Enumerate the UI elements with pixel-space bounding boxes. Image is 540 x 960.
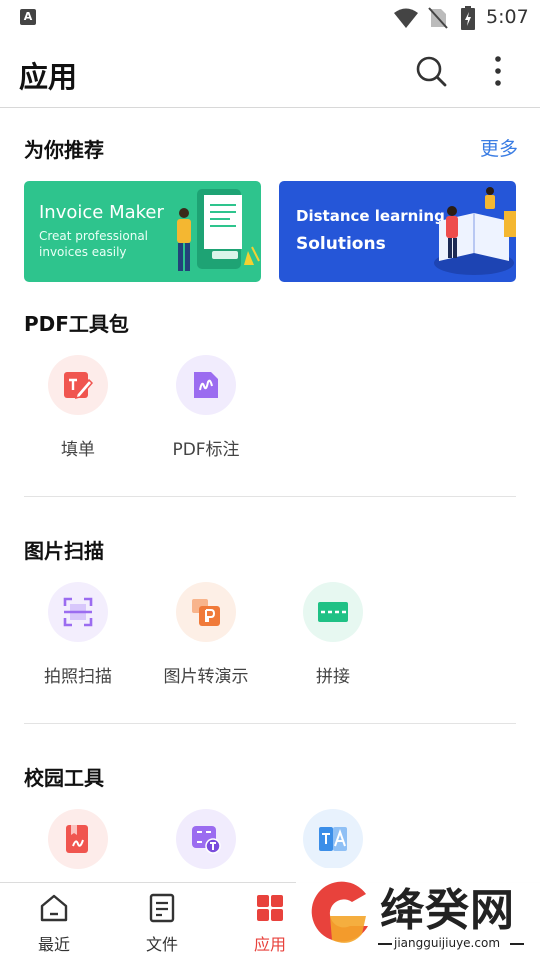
page-title: 应用 (19, 60, 78, 94)
document-icon (149, 893, 175, 923)
stitch-icon-bg (303, 582, 363, 642)
translate-icon (319, 827, 347, 851)
status-bar: A 5:07 (0, 0, 540, 36)
photo-scan-icon-bg (48, 582, 108, 642)
section-title-image-scan: 图片扫描 (24, 539, 104, 563)
no-sim-icon (428, 7, 448, 29)
tool-label: 拍照扫描 (44, 667, 112, 687)
nav-label: 最近 (37, 935, 70, 954)
notification-icon: A (20, 9, 36, 25)
status-time: 5:07 (486, 6, 529, 28)
tool-translate[interactable] (278, 809, 388, 869)
photo-scan-icon (63, 597, 93, 627)
banner-invoice-maker[interactable]: Invoice Maker Creat professional invoice… (24, 181, 261, 282)
tool-image-to-slides[interactable]: 图片转演示 (151, 582, 261, 687)
banner-distance-learning[interactable]: Distance learning Solutions (279, 181, 516, 282)
watermark-title: 绛癸网 (380, 885, 515, 936)
tool-label: PDF标注 (172, 440, 240, 460)
more-vert-icon[interactable] (484, 54, 512, 88)
watermark-logo-icon (311, 881, 368, 943)
banner-title: Invoice Maker (39, 202, 164, 223)
banner-subtitle: Solutions (296, 234, 386, 254)
invoice-illustration (177, 189, 260, 271)
text-recognize-icon (192, 826, 221, 854)
tool-stitch[interactable]: 拼接 (278, 582, 388, 687)
nav-item-recent[interactable]: 最近 (14, 893, 94, 955)
homework-icon-bg (48, 809, 108, 869)
apps-grid-icon (257, 895, 283, 921)
banner-title: Distance learning (296, 207, 445, 225)
tool-label: 拼接 (316, 667, 350, 687)
section-title-pdf-tools: PDF工具包 (24, 312, 129, 336)
fill-form-icon (64, 372, 93, 400)
section-title-campus-tools: 校园工具 (24, 766, 104, 790)
watermark-url: jiangguijiuye.com (394, 936, 501, 950)
app-bar: 应用 (0, 36, 540, 108)
tool-text-recognize[interactable] (151, 809, 261, 869)
banner-subtitle: invoices easily (39, 245, 127, 259)
image-to-slides-icon-bg (176, 582, 236, 642)
search-icon[interactable] (414, 54, 448, 88)
divider (24, 496, 516, 497)
tool-fill-form[interactable]: 填单 (23, 355, 133, 460)
battery-charging-icon (461, 6, 475, 30)
pdf-annotate-icon (194, 372, 218, 398)
divider (24, 723, 516, 724)
tool-homework[interactable] (23, 809, 133, 869)
more-link[interactable]: 更多 (480, 134, 518, 161)
learning-illustration (434, 187, 516, 275)
stitch-icon (318, 602, 348, 622)
nav-item-files[interactable]: 文件 (122, 893, 202, 955)
watermark: 绛癸网 jiangguijiuye.com (296, 868, 540, 960)
tool-label: 填单 (61, 440, 95, 460)
section-title-recommend: 为你推荐 (24, 138, 104, 162)
homework-icon (66, 825, 88, 853)
wifi-icon (394, 8, 418, 28)
tool-label: 图片转演示 (163, 667, 249, 687)
fill-form-icon-bg (48, 355, 108, 415)
watermark-rule (510, 943, 524, 945)
banner-subtitle: Creat professional (39, 229, 149, 243)
tool-photo-scan[interactable]: 拍照扫描 (23, 582, 133, 687)
tool-pdf-annotate[interactable]: PDF标注 (151, 355, 261, 460)
watermark-rule (378, 943, 392, 945)
home-icon (40, 894, 68, 922)
nav-label: 文件 (145, 935, 178, 954)
text-recognize-icon-bg (176, 809, 236, 869)
pdf-annotate-icon-bg (176, 355, 236, 415)
translate-icon-bg (303, 809, 363, 869)
image-to-slides-icon (192, 599, 220, 626)
